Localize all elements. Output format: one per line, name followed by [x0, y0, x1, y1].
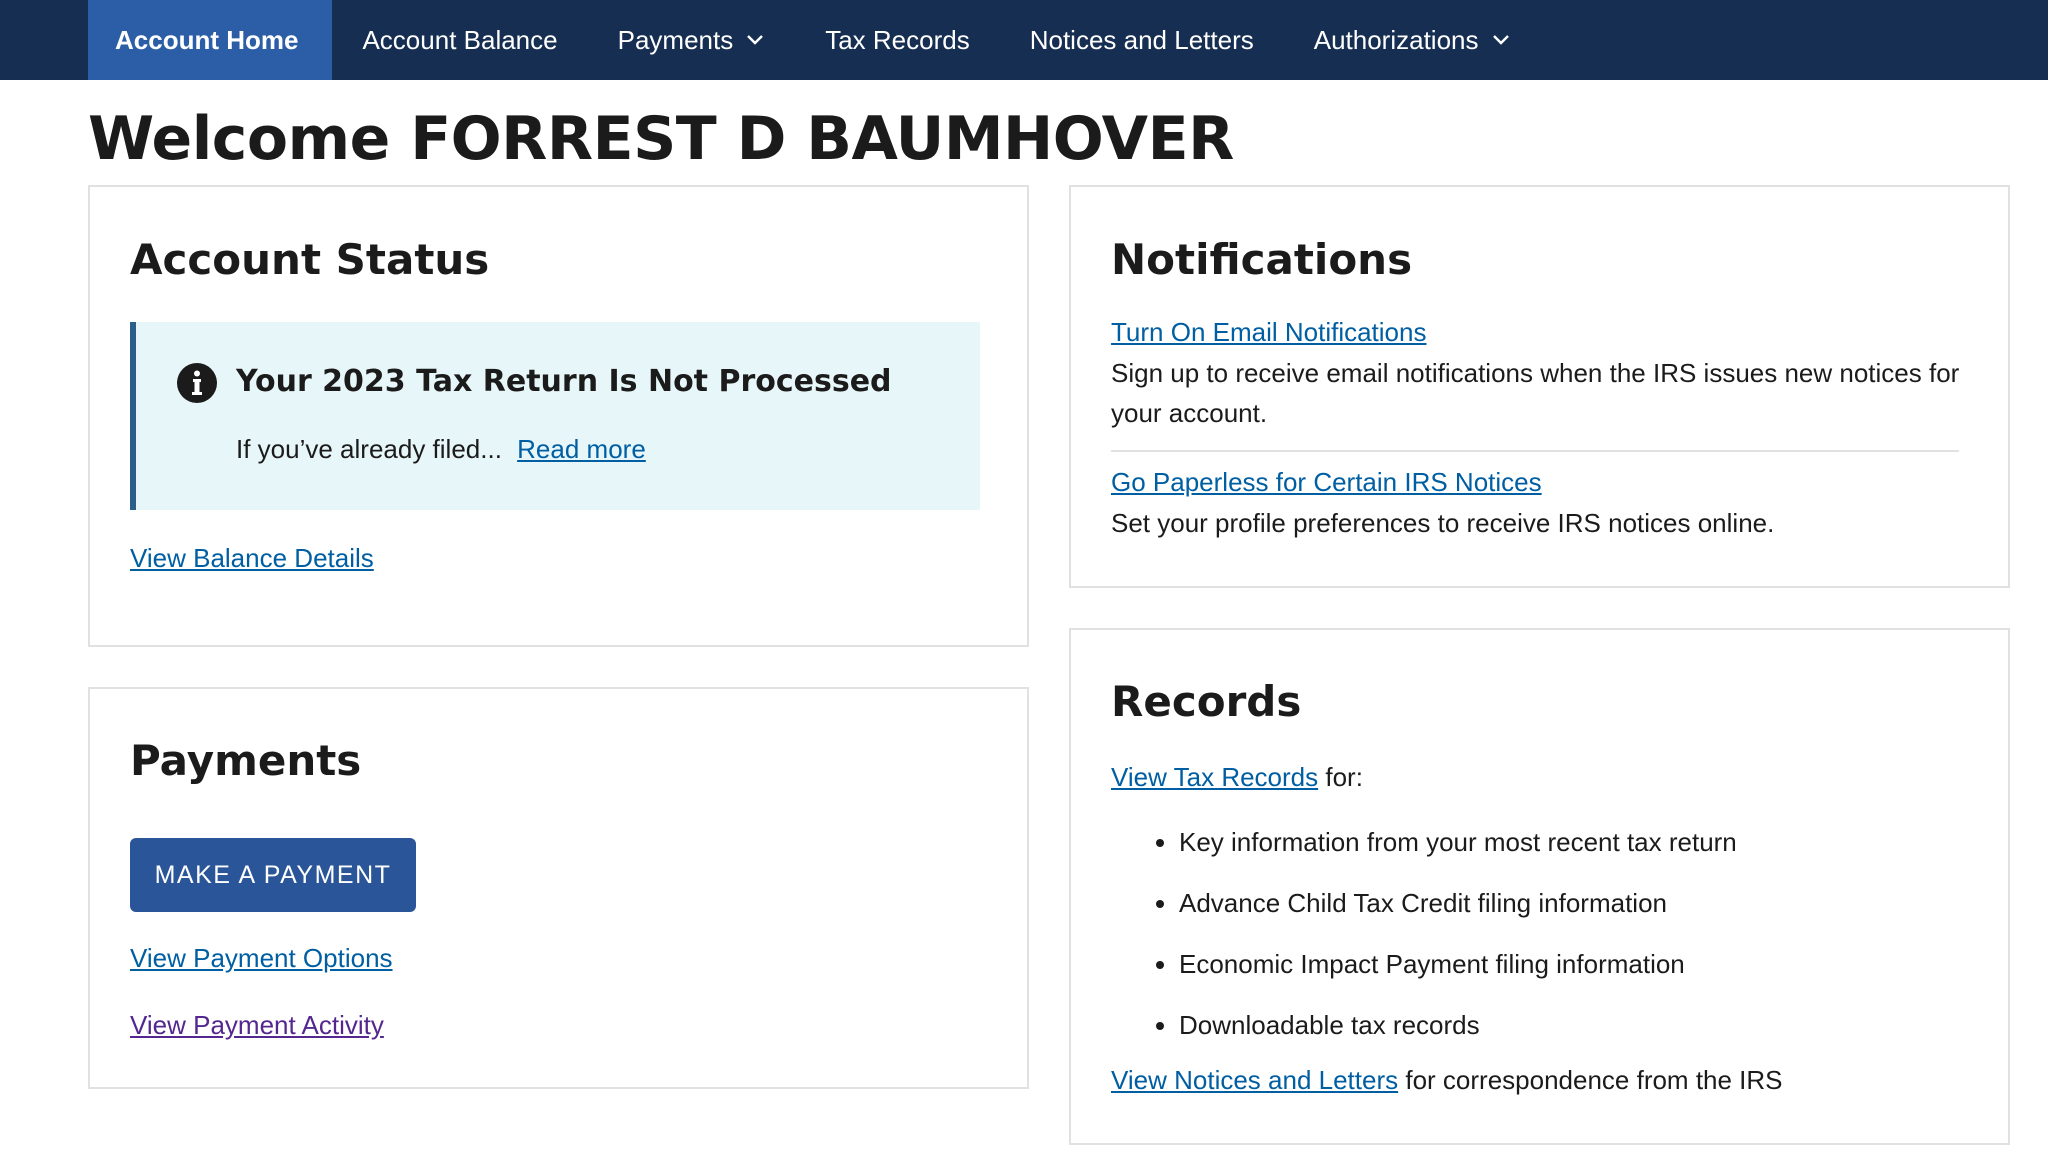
turn-on-email-notifications-link[interactable]: Turn On Email Notifications [1111, 317, 1426, 348]
info-icon [177, 363, 217, 403]
notifications-heading: Notifications [1111, 235, 1413, 284]
nav-notices-letters[interactable]: Notices and Letters [1000, 0, 1284, 80]
view-notices-and-letters-link[interactable]: View Notices and Letters [1111, 1065, 1398, 1095]
list-item: Downloadable tax records [1179, 1010, 1737, 1071]
view-payment-options-link[interactable]: View Payment Options [130, 943, 393, 974]
account-status-card: Account Status Your 2023 Tax Return Is N… [88, 185, 1029, 647]
nav-label: Notices and Letters [1029, 24, 1254, 55]
view-balance-details-link[interactable]: View Balance Details [130, 543, 374, 574]
view-notices-line: View Notices and Letters for corresponde… [1111, 1065, 1783, 1096]
payments-heading: Payments [130, 736, 362, 785]
read-more-link[interactable]: Read more [517, 434, 646, 464]
top-navigation: Account Home Account Balance Payments Ta… [0, 0, 2048, 80]
make-payment-button[interactable]: MAKE A PAYMENT [130, 838, 416, 912]
alert-title: Your 2023 Tax Return Is Not Processed [236, 364, 892, 399]
nav-payments[interactable]: Payments [588, 0, 796, 80]
divider [1111, 450, 1959, 452]
paperless-description: Set your profile preferences to receive … [1111, 508, 1775, 538]
nav-label: Payments [617, 24, 734, 55]
email-notifications-description: Sign up to receive email notifications w… [1111, 358, 1960, 428]
tax-records-list: Key information from your most recent ta… [1111, 827, 1737, 1071]
nav-label: Tax Records [825, 24, 970, 55]
nav-account-home[interactable]: Account Home [88, 0, 333, 80]
view-tax-records-link[interactable]: View Tax Records [1111, 762, 1318, 792]
view-notices-suffix: for correspondence from the IRS [1398, 1065, 1783, 1095]
tax-return-alert: Your 2023 Tax Return Is Not Processed If… [130, 322, 980, 510]
chevron-down-icon [1492, 35, 1509, 45]
nav-label: Account Home [115, 24, 299, 55]
view-tax-records-line: View Tax Records for: [1111, 762, 1363, 793]
payments-card: Payments MAKE A PAYMENT View Payment Opt… [88, 687, 1029, 1089]
go-paperless-link[interactable]: Go Paperless for Certain IRS Notices [1111, 467, 1542, 498]
notifications-card: Notifications Turn On Email Notification… [1069, 185, 2010, 588]
view-tax-records-suffix: for: [1318, 762, 1363, 792]
list-item: Economic Impact Payment filing informati… [1179, 949, 1737, 1010]
list-item: Key information from your most recent ta… [1179, 827, 1737, 888]
list-item: Advance Child Tax Credit filing informat… [1179, 888, 1737, 949]
nav-label: Authorizations [1313, 24, 1479, 55]
alert-body-text: If you’ve already filed... [236, 434, 502, 464]
account-status-heading: Account Status [130, 235, 490, 284]
nav-account-balance[interactable]: Account Balance [332, 0, 587, 80]
nav-authorizations[interactable]: Authorizations [1284, 0, 1541, 80]
records-card: Records View Tax Records for: Key inform… [1069, 628, 2010, 1145]
page-title: Welcome FORREST D BAUMHOVER [88, 104, 1234, 174]
chevron-down-icon [747, 35, 764, 45]
view-payment-activity-link[interactable]: View Payment Activity [130, 1010, 384, 1041]
nav-tax-records[interactable]: Tax Records [795, 0, 1000, 80]
alert-body: If you’ve already filed... Read more [236, 434, 646, 465]
records-heading: Records [1111, 677, 1302, 726]
nav-label: Account Balance [362, 24, 558, 55]
